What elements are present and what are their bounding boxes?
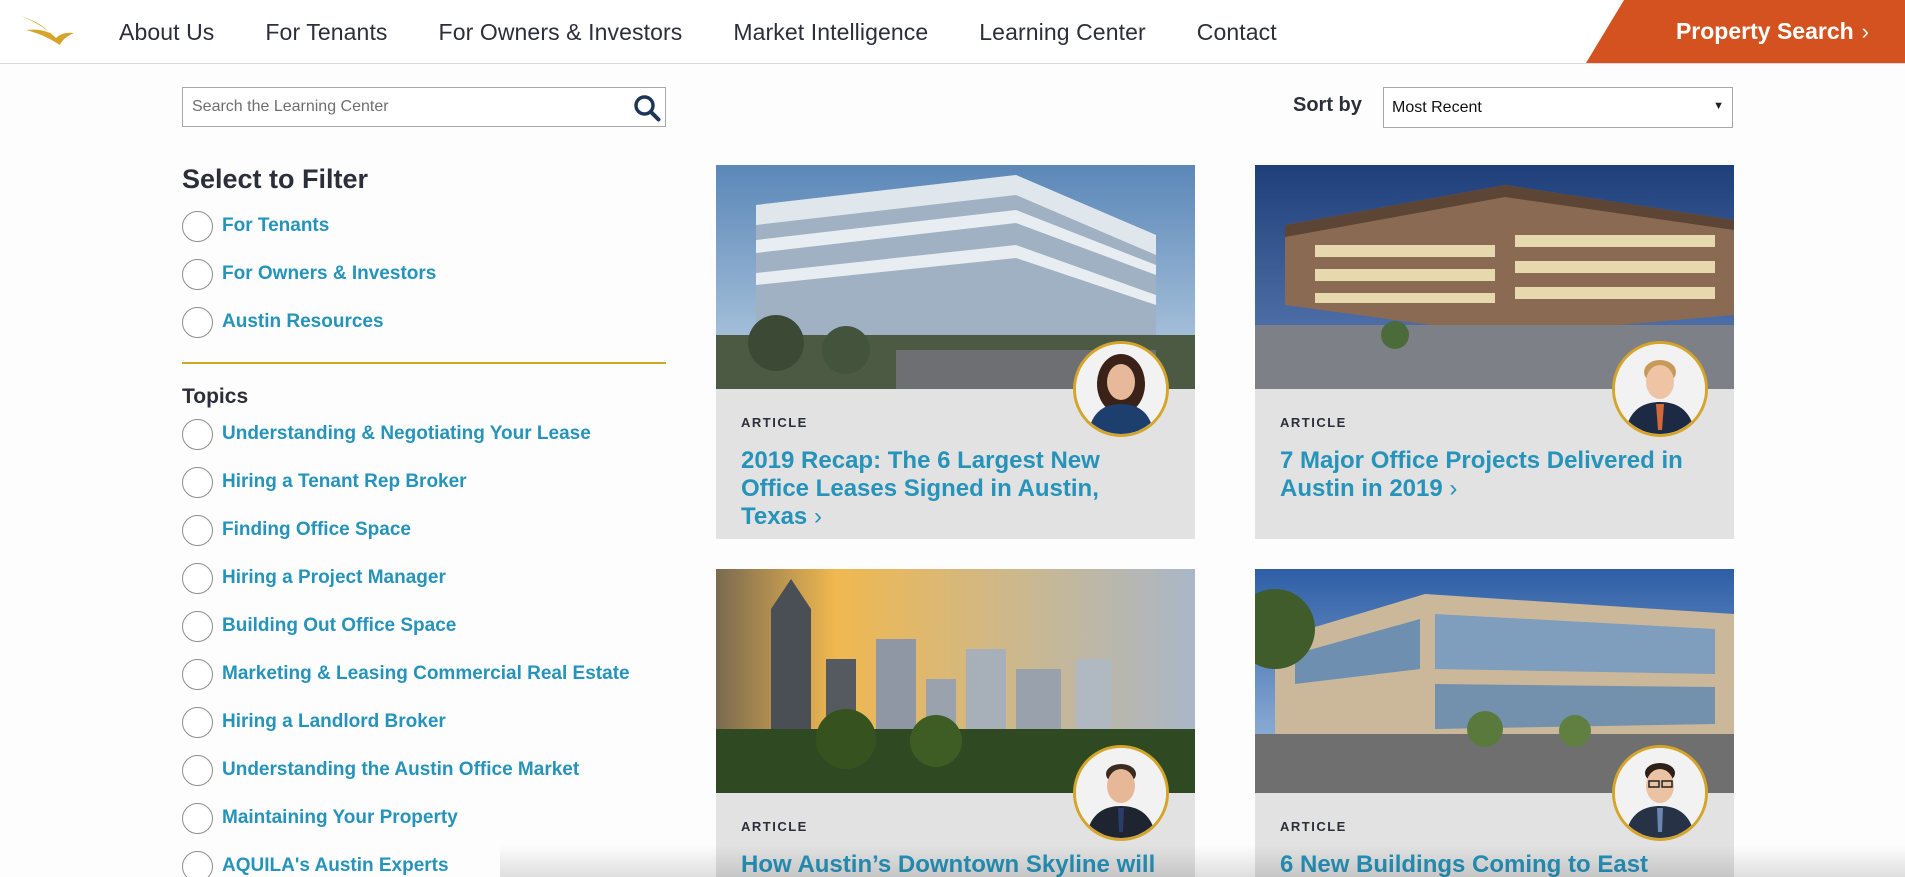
article-card[interactable]: ARTICLE How Austin’s Downtown Skyline wi…: [716, 569, 1195, 877]
nav-market-intelligence[interactable]: Market Intelligence: [733, 19, 928, 46]
author-avatar: [1073, 745, 1169, 841]
filter-option-label[interactable]: For Tenants: [222, 215, 329, 237]
divider: [182, 362, 666, 364]
article-card[interactable]: ARTICLE 7 Major Office Projects Delivere…: [1255, 165, 1734, 539]
topic-option[interactable]: Understanding the Austin Office Market: [182, 754, 579, 786]
radio-icon[interactable]: [182, 802, 213, 834]
author-avatar: [1073, 341, 1169, 437]
search-input[interactable]: [183, 88, 623, 126]
topic-option-label[interactable]: Maintaining Your Property: [222, 807, 458, 829]
topic-option[interactable]: AQUILA's Austin Experts: [182, 850, 449, 877]
filter-option[interactable]: Austin Resources: [182, 306, 384, 338]
article-card[interactable]: ARTICLE 2019 Recap: The 6 Largest New Of…: [716, 165, 1195, 539]
article-tag: ARTICLE: [741, 819, 808, 834]
filter-option[interactable]: For Owners & Investors: [182, 258, 436, 290]
topic-option-label[interactable]: Hiring a Project Manager: [222, 567, 446, 589]
radio-icon[interactable]: [182, 610, 213, 642]
nav-learning-center[interactable]: Learning Center: [979, 19, 1145, 46]
chevron-right-icon: ›: [813, 503, 822, 530]
topic-option[interactable]: Understanding & Negotiating Your Lease: [182, 418, 591, 450]
chevron-right-icon: ›: [1861, 18, 1869, 44]
topic-option-label[interactable]: AQUILA's Austin Experts: [222, 855, 449, 877]
learning-center-search: [182, 87, 666, 127]
radio-icon[interactable]: [182, 258, 213, 290]
nav-contact[interactable]: Contact: [1197, 19, 1277, 46]
property-search-label: Property Search: [1675, 18, 1854, 44]
article-title-text[interactable]: 2019 Recap: The 6 Largest New Office Lea…: [741, 447, 1100, 530]
article-title[interactable]: 2019 Recap: The 6 Largest New Office Lea…: [741, 447, 1171, 531]
article-title-text[interactable]: 6 New Buildings Coming to East Austin: [1280, 851, 1648, 877]
sort-label: Sort by: [1293, 94, 1362, 116]
article-title[interactable]: 7 Major Office Projects Delivered in Aus…: [1280, 447, 1710, 503]
article-tag: ARTICLE: [1280, 415, 1347, 430]
author-avatar: [1612, 745, 1708, 841]
article-title-text[interactable]: 7 Major Office Projects Delivered in Aus…: [1280, 447, 1683, 502]
radio-icon[interactable]: [182, 210, 213, 242]
radio-icon[interactable]: [182, 418, 213, 450]
article-title-text[interactable]: How Austin’s Downtown Skyline will: [741, 851, 1155, 877]
nav-for-owners-investors[interactable]: For Owners & Investors: [439, 19, 683, 46]
topic-option-label[interactable]: Finding Office Space: [222, 519, 411, 541]
topic-option[interactable]: Building Out Office Space: [182, 610, 456, 642]
chevron-right-icon: ›: [1449, 475, 1458, 502]
radio-icon[interactable]: [182, 850, 213, 877]
topic-option-label[interactable]: Marketing & Leasing Commercial Real Esta…: [222, 663, 630, 685]
article-tag: ARTICLE: [1280, 819, 1347, 834]
filter-option[interactable]: For Tenants: [182, 210, 329, 242]
radio-icon[interactable]: [182, 562, 213, 594]
site-header: About Us For Tenants For Owners & Invest…: [0, 0, 1905, 64]
nav-for-tenants[interactable]: For Tenants: [265, 19, 387, 46]
article-title[interactable]: 6 New Buildings Coming to East Austin: [1280, 851, 1710, 877]
main-nav: About Us For Tenants For Owners & Invest…: [119, 0, 1328, 64]
eagle-logo-icon[interactable]: [18, 12, 76, 52]
sort-selected-value: Most Recent: [1392, 98, 1482, 116]
article-card[interactable]: ARTICLE 6 New Buildings Coming to East A…: [1255, 569, 1734, 877]
article-title[interactable]: How Austin’s Downtown Skyline will: [741, 851, 1171, 877]
filter-option-label[interactable]: Austin Resources: [222, 311, 384, 333]
nav-about-us[interactable]: About Us: [119, 19, 214, 46]
filter-title: Select to Filter: [182, 164, 369, 194]
radio-icon[interactable]: [182, 658, 213, 690]
topic-option[interactable]: Hiring a Project Manager: [182, 562, 446, 594]
author-avatar: [1612, 341, 1708, 437]
topic-option-label[interactable]: Hiring a Landlord Broker: [222, 711, 446, 733]
article-tag: ARTICLE: [741, 415, 808, 430]
sort-select[interactable]: Most Recent ▼: [1383, 87, 1733, 128]
radio-icon[interactable]: [182, 706, 213, 738]
topic-option[interactable]: Hiring a Tenant Rep Broker: [182, 466, 467, 498]
filter-option-label[interactable]: For Owners & Investors: [222, 263, 436, 285]
radio-icon[interactable]: [182, 514, 213, 546]
caret-down-icon: ▼: [1713, 100, 1724, 112]
topics-title: Topics: [182, 385, 249, 408]
topic-option[interactable]: Hiring a Landlord Broker: [182, 706, 446, 738]
topic-option[interactable]: Finding Office Space: [182, 514, 411, 546]
property-search-button[interactable]: Property Search ›: [1586, 0, 1905, 63]
topic-option-label[interactable]: Building Out Office Space: [222, 615, 456, 637]
topic-option[interactable]: Maintaining Your Property: [182, 802, 458, 834]
topic-option-label[interactable]: Understanding & Negotiating Your Lease: [222, 423, 591, 445]
topic-option-label[interactable]: Hiring a Tenant Rep Broker: [222, 471, 467, 493]
radio-icon[interactable]: [182, 306, 213, 338]
radio-icon[interactable]: [182, 754, 213, 786]
radio-icon[interactable]: [182, 466, 213, 498]
topic-option-label[interactable]: Understanding the Austin Office Market: [222, 759, 579, 781]
topic-option[interactable]: Marketing & Leasing Commercial Real Esta…: [182, 658, 630, 690]
search-icon[interactable]: [633, 94, 661, 122]
